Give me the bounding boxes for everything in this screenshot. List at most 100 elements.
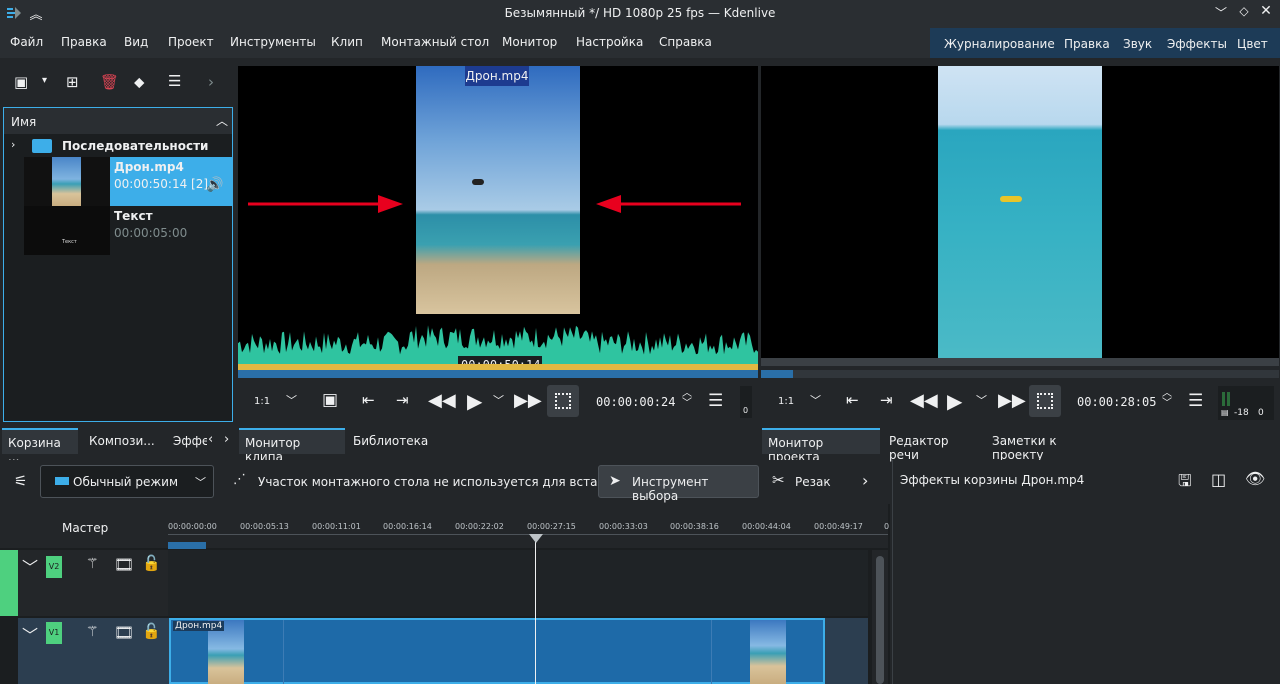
fast-forward-icon[interactable]: ▶▶	[514, 390, 542, 411]
chevron-down-icon[interactable]: ﹀	[286, 392, 297, 408]
tab-scroll-right-icon[interactable]: ›	[224, 432, 229, 447]
chevron-down-icon[interactable]: ﹀	[493, 392, 504, 408]
expand-arrow-icon[interactable]: ›	[11, 138, 15, 151]
track-name-badge[interactable]: V2	[46, 556, 62, 578]
rewind-icon[interactable]: ◀◀	[910, 390, 938, 411]
project-seek-ruler[interactable]	[761, 370, 1279, 378]
tab-speech-editor[interactable]: Редактор речи	[883, 428, 983, 462]
workspace-color[interactable]: Цвет	[1237, 37, 1268, 51]
play-icon[interactable]: ▶	[467, 389, 482, 413]
timeline-vertical-scrollbar[interactable]	[872, 550, 888, 684]
maximize-icon[interactable]: ◇	[1236, 4, 1252, 18]
tab-compositions[interactable]: Компози...	[83, 428, 163, 454]
lock-icon[interactable]: 🔓	[142, 622, 161, 640]
rewind-icon[interactable]: ◀◀	[428, 390, 456, 411]
eye-icon[interactable]: 👁	[1245, 469, 1265, 488]
track-name-badge[interactable]: V1	[46, 622, 62, 644]
add-folder-icon[interactable]: ⊞	[66, 73, 79, 91]
collapse-track-icon[interactable]: ﹀	[22, 622, 38, 646]
safe-zone-button[interactable]	[547, 385, 579, 417]
track-v1-area[interactable]: Дрон.mp4	[168, 618, 868, 684]
menu-tools[interactable]: Инструменты	[230, 35, 316, 49]
tab-project-bin[interactable]: Корзина ...	[2, 428, 78, 464]
menu-timeline[interactable]: Монтажный стол	[381, 35, 489, 49]
tag-icon[interactable]: ⬥	[134, 73, 145, 91]
insert-zone-label[interactable]: Участок монтажного стола не используется…	[258, 475, 620, 489]
chevron-down-icon[interactable]: ▾	[42, 75, 47, 86]
spin-arrows-icon[interactable]: ︿ ﹀	[1162, 389, 1172, 409]
monitor-menu-icon[interactable]: ☰	[1188, 391, 1203, 411]
hide-track-film-icon[interactable]: 🎞	[114, 623, 134, 642]
chevron-right-icon[interactable]: ›	[208, 73, 214, 91]
zone-marker[interactable]	[168, 542, 206, 549]
chevron-down-icon[interactable]: ﹀	[976, 392, 987, 408]
menu-view[interactable]: Вид	[124, 35, 148, 49]
delete-icon[interactable]: 🗑	[100, 73, 119, 91]
set-out-point-icon[interactable]: ⇥	[880, 391, 893, 409]
play-icon[interactable]: ▶	[947, 389, 962, 413]
timeline-playhead[interactable]	[535, 534, 536, 684]
menu-clip[interactable]: Клип	[331, 35, 363, 49]
workspace-edit[interactable]: Правка	[1064, 37, 1110, 51]
spin-arrows-icon[interactable]: ︿ ﹀	[682, 389, 692, 409]
minimize-icon[interactable]: ﹀	[1212, 4, 1230, 21]
hide-track-film-icon[interactable]: 🎞	[114, 555, 134, 574]
menu-help[interactable]: Справка	[659, 35, 712, 49]
master-header[interactable]: Мастер	[0, 504, 168, 548]
set-out-point-icon[interactable]: ⇥	[396, 391, 409, 409]
clip-seek-ruler[interactable]	[238, 370, 758, 378]
playhead-marker-icon[interactable]	[529, 534, 543, 543]
insert-zone-icon[interactable]: ⋰	[233, 472, 246, 487]
menu-file[interactable]: Файл	[10, 35, 43, 49]
selection-tool-button[interactable]: ➤ Инструмент выбора	[598, 465, 759, 503]
zoom-label[interactable]: 1:1	[778, 396, 794, 407]
clip-monitor-video[interactable]: Дрон.mp4 00:00:50:14	[238, 66, 758, 373]
close-icon[interactable]: ✕	[1258, 3, 1274, 19]
chevron-right-icon[interactable]: ›	[862, 471, 868, 490]
project-monitor-video[interactable]	[761, 66, 1279, 358]
bin-clip-row[interactable]: Текст Текст 00:00:05:00	[24, 206, 232, 255]
effects-wand-icon[interactable]: ⚚	[86, 624, 99, 640]
tab-project-notes[interactable]: Заметки к проекту	[986, 428, 1110, 462]
workspace-logging[interactable]: Журналирование	[944, 37, 1055, 51]
tab-scroll-left-icon[interactable]: ‹	[208, 432, 213, 447]
razor-tool-button[interactable]: ✂ Резак	[766, 465, 846, 498]
bin-column-header[interactable]: Имя ︿	[4, 108, 232, 134]
tab-effects[interactable]: Эффе	[167, 428, 207, 454]
monitor-menu-icon[interactable]: ☰	[708, 391, 723, 411]
set-in-point-icon[interactable]: ⇤	[362, 391, 375, 409]
compare-view-icon[interactable]: ◫	[1211, 470, 1226, 489]
menu-edit[interactable]: Правка	[61, 35, 107, 49]
safe-zone-button[interactable]	[1029, 385, 1061, 417]
workspace-effects[interactable]: Эффекты	[1167, 37, 1227, 51]
effects-wand-icon[interactable]: ⚚	[86, 556, 99, 572]
insert-clip-icon[interactable]: ▣	[322, 390, 338, 410]
menu-icon[interactable]: ☰	[168, 72, 181, 90]
track-active-indicator[interactable]	[0, 550, 18, 616]
menu-settings[interactable]: Настройка	[576, 35, 643, 49]
bin-folder-row[interactable]: › Последовательности	[4, 136, 232, 156]
clip-timecode[interactable]: 00:00:00:24	[596, 395, 675, 409]
chevron-up-icon[interactable]: ︿	[216, 112, 228, 129]
collapse-track-icon[interactable]: ﹀	[22, 554, 38, 578]
set-in-point-icon[interactable]: ⇤	[846, 391, 859, 409]
track-header-v2[interactable]: ﹀ V2 ⚚ 🎞 🔓	[0, 550, 168, 616]
project-zone-bar[interactable]	[761, 358, 1279, 366]
menu-monitor[interactable]: Монитор	[502, 35, 557, 49]
edit-mode-select[interactable]: Обычный режим ﹀	[40, 465, 214, 498]
zoom-label[interactable]: 1:1	[254, 396, 270, 407]
bin-clip-row[interactable]: Дрон.mp4 00:00:50:14 [2] 🔊	[24, 157, 232, 206]
fast-forward-icon[interactable]: ▶▶	[998, 390, 1026, 411]
tab-library[interactable]: Библиотека	[347, 428, 429, 454]
timeline-settings-icon[interactable]: ⚟	[14, 472, 27, 490]
save-effect-icon[interactable]: 🖫	[1178, 470, 1192, 497]
menu-project[interactable]: Проект	[168, 35, 214, 49]
tab-clip-monitor[interactable]: Монитор клипа	[239, 428, 345, 464]
timeline-clip[interactable]: Дрон.mp4	[169, 618, 825, 684]
track-header-v1[interactable]: ﹀ V1 ⚚ 🎞 🔓	[0, 618, 168, 684]
add-clip-icon[interactable]: ▣	[14, 73, 28, 91]
track-v2-area[interactable]	[168, 550, 868, 616]
project-timecode[interactable]: 00:00:28:05	[1077, 395, 1156, 409]
lock-icon[interactable]: 🔓	[142, 554, 161, 572]
chevron-down-icon[interactable]: ﹀	[810, 392, 821, 408]
